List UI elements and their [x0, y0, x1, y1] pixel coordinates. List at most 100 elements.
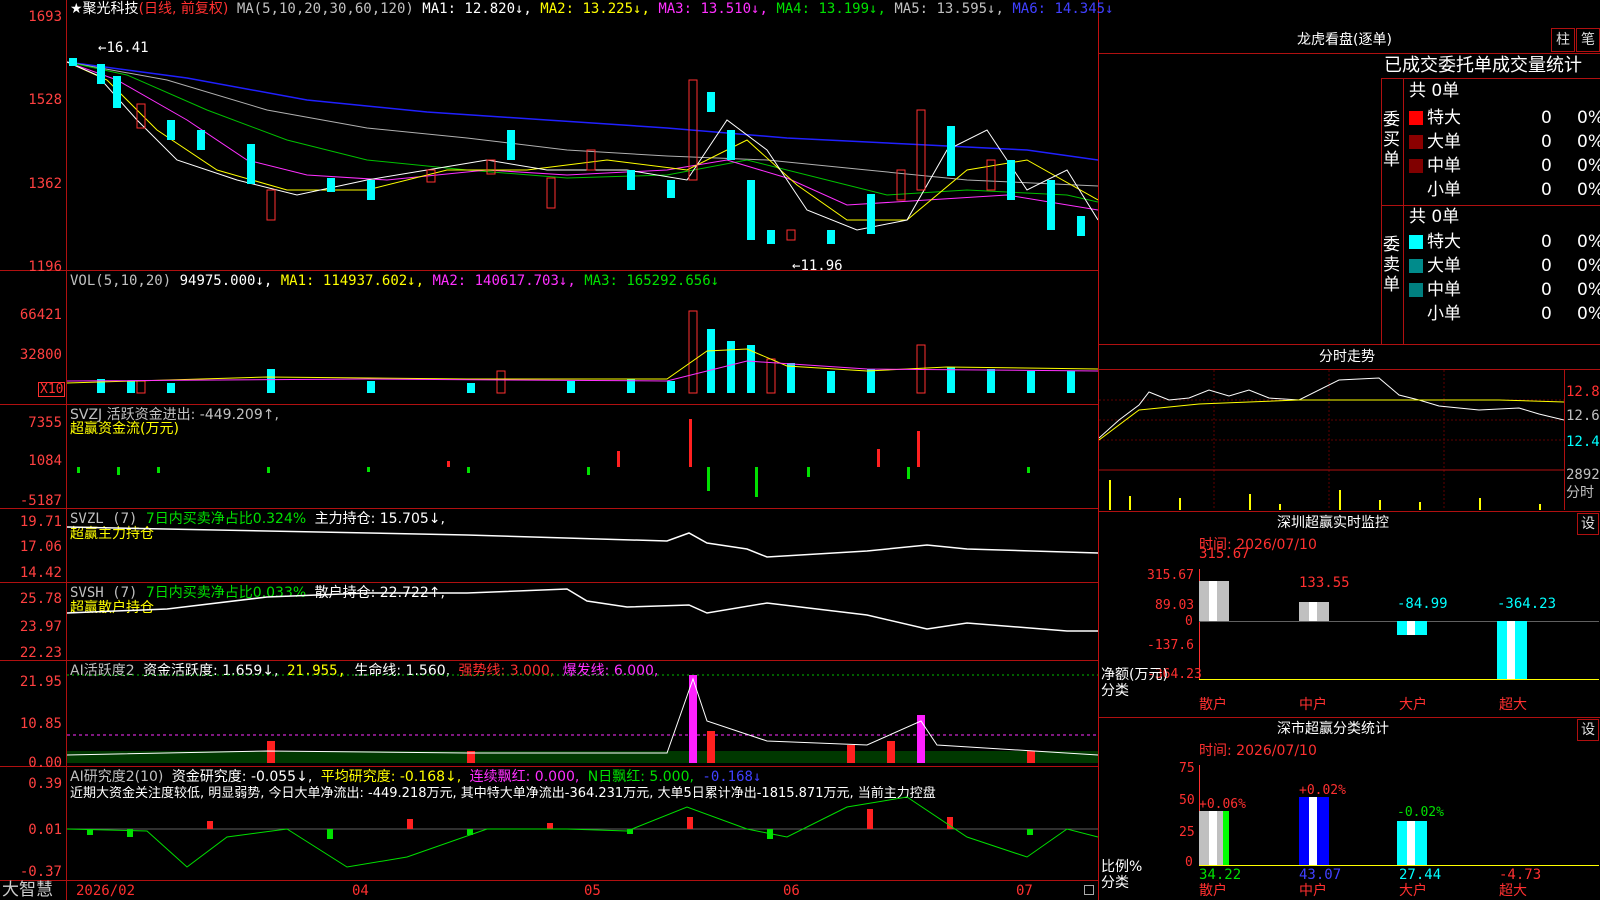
- ma5-value: MA5: 13.595↓,: [894, 1, 1004, 17]
- sell-rows: 特大00% 大单00% 中单00% 小单00%: [1409, 230, 1600, 326]
- sz-class-panel[interactable]: 深市超赢分类统计 设 时间: 2026/07/10 75 50 25 0 +0.…: [1099, 717, 1600, 900]
- sz-monitor-value: -364.23: [1497, 596, 1557, 612]
- ai2-axis-tick: -0.37: [19, 864, 62, 880]
- svsh-axis-tick: 22.23: [19, 645, 62, 661]
- ai1-bars: [67, 674, 1098, 763]
- tick-view-button[interactable]: 笔: [1576, 28, 1600, 52]
- sz-monitor-axis-tick: 315.67: [1147, 568, 1194, 583]
- sz-class-axis-tick: 0: [1185, 855, 1193, 870]
- app-logo[interactable]: 大智慧: [2, 882, 53, 899]
- xl-order-swatch: [1409, 235, 1423, 249]
- svzj-axis-tick: 1084: [28, 453, 62, 469]
- date-tick: 05: [584, 883, 601, 899]
- buy-rows: 特大00% 大单00% 中单00% 小单00%: [1409, 106, 1600, 202]
- svzl-axis-tick: 14.42: [19, 565, 62, 581]
- sz-class-axis-tick: 75: [1179, 761, 1195, 776]
- volume-panel[interactable]: VOL(5,10,20) 94975.000↓, MA1: 114937.602…: [0, 271, 1098, 404]
- category-label: 大户: [1399, 697, 1427, 713]
- intraday-panel[interactable]: 分时走势 12.81 12.63 12.45 2892 分时: [1099, 345, 1600, 510]
- category-label: 散户: [1199, 697, 1227, 713]
- sz-monitor-settings-button[interactable]: 设: [1577, 513, 1599, 535]
- ai1-axis-tick: 21.95: [19, 674, 62, 690]
- svsh-line: [67, 588, 1098, 632]
- sz-monitor-axis-tick: -137.6: [1147, 638, 1194, 653]
- main-panel-header: ★聚光科技(日线, 前复权) MA(5,10,20,30,60,120) MA1…: [70, 1, 1114, 17]
- svzj-panel[interactable]: SVZJ 活跃资金进出: -449.209↑, 超赢资金流(万元) 7355 1…: [0, 405, 1098, 508]
- sz-monitor-panel[interactable]: 深圳超赢实时监控 设 时间: 2026/07/10 315.67 89.03 0…: [1099, 511, 1600, 716]
- mid-order-swatch: [1409, 159, 1423, 173]
- vol-axis-tick: 32800: [19, 347, 62, 363]
- small-order-swatch: [1409, 183, 1423, 197]
- bar-view-button[interactable]: 柱: [1551, 28, 1575, 52]
- main-price-panel[interactable]: ★聚光科技(日线, 前复权) MA(5,10,20,30,60,120) MA1…: [0, 0, 1113, 274]
- sz-class-change: -0.02%: [1397, 805, 1444, 820]
- intraday-axis-tick: 12.81: [1566, 384, 1600, 400]
- sz-monitor-axis-tick: 89.03: [1155, 598, 1195, 613]
- ma2-value: MA2: 13.225↓,: [540, 1, 650, 17]
- large-order-swatch: [1409, 135, 1423, 149]
- svzj-axis-tick: -5187: [19, 493, 62, 509]
- ai2-axis-tick: 0.39: [28, 776, 62, 792]
- sz-monitor-value: -84.99: [1397, 596, 1448, 612]
- buy-orders-label: 委买单: [1383, 110, 1400, 170]
- svsh-axis-tick: 25.78: [19, 591, 62, 607]
- lock-icon[interactable]: [1084, 885, 1094, 895]
- xl-order-swatch: [1409, 111, 1423, 125]
- buy-total: 共 0单: [1409, 81, 1460, 101]
- svsh-axis-tick: 23.97: [19, 619, 62, 635]
- buy-row: 中单00%: [1409, 154, 1600, 178]
- date-tick: 07: [1016, 883, 1033, 899]
- buy-row: 特大00%: [1409, 106, 1600, 130]
- ma3-value: MA3: 13.510↓,: [658, 1, 768, 17]
- ai2-bars: [67, 796, 1098, 868]
- category-label: 中户: [1299, 697, 1327, 713]
- sz-class-settings-button[interactable]: 设: [1577, 719, 1599, 741]
- intraday-chart: [1099, 370, 1564, 510]
- sz-monitor-value: 315.67: [1199, 546, 1250, 562]
- svzl-axis-tick: 17.06: [19, 539, 62, 555]
- sell-row: 中单00%: [1409, 278, 1600, 302]
- sell-row: 大单00%: [1409, 254, 1600, 278]
- svzl-axis-tick: 19.71: [19, 514, 62, 530]
- date-axis: 大智慧 2026/02 04 05 06 07: [0, 881, 1098, 900]
- ma-label: MA(5,10,20,30,60,120): [236, 1, 414, 17]
- sz-class-value: 34.22: [1199, 867, 1242, 883]
- sz-monitor-axis-tick: 0: [1185, 614, 1193, 629]
- category-label: 超大: [1499, 697, 1527, 713]
- stock-name[interactable]: ★聚光科技: [70, 1, 139, 17]
- category-label: 大户: [1399, 883, 1427, 899]
- svsh-panel[interactable]: SVSH (7) 7日内买卖净占比0.033% 散户持仓: 22.722↑, 超…: [0, 583, 1098, 660]
- price-axis-tick: 1362: [28, 176, 62, 192]
- candlestick-chart[interactable]: [67, 20, 1098, 270]
- ai2-axis-tick: 0.01: [28, 822, 62, 838]
- sell-row: 小单00%: [1409, 302, 1600, 326]
- order-stats-title: 龙虎看盘(逐单): [1297, 32, 1392, 48]
- order-stats-panel[interactable]: 龙虎看盘(逐单) 柱 笔 已成交委托单成交量统计 委买单 委卖单 共 0单 特大…: [1099, 0, 1600, 345]
- intraday-axis-tick: 12.45: [1566, 434, 1600, 450]
- date-tick: 04: [352, 883, 369, 899]
- intraday-vol-tick: 2892: [1566, 467, 1600, 483]
- sz-monitor-value: 133.55: [1299, 575, 1350, 591]
- intraday-vol-unit: 分时: [1566, 485, 1594, 501]
- order-stats-header: 已成交委托单成交量统计: [1384, 55, 1582, 76]
- vol-scale-badge[interactable]: X10: [38, 382, 66, 397]
- sz-monitor-bars: [1199, 581, 1527, 679]
- svzl-panel[interactable]: SVZL (7) 7日内买卖净占比0.324% 主力持仓: 15.705↓, 超…: [0, 509, 1098, 582]
- category-label: 超大: [1499, 883, 1527, 899]
- sz-class-axis-tick: 50: [1179, 793, 1195, 808]
- ai-research-panel[interactable]: AI研究度2(10) 资金研究度: -0.055↓, 平均研究度: -0.168…: [0, 767, 1098, 880]
- large-order-swatch: [1409, 259, 1423, 273]
- buy-row: 大单00%: [1409, 130, 1600, 154]
- small-order-swatch: [1409, 307, 1423, 321]
- chart-mode: (日线, 前复权): [138, 1, 229, 17]
- vol-axis-tick: 66421: [19, 307, 62, 323]
- sz-class-change: +0.06%: [1199, 797, 1246, 812]
- sz-monitor-unit: 净额(万元): [1101, 667, 1168, 683]
- sell-total: 共 0单: [1409, 207, 1460, 227]
- price-axis-tick: 1528: [28, 92, 62, 108]
- ai-activity-panel[interactable]: AI活跃度2 资金活跃度: 1.659↓, 21.955, 生命线: 1.560…: [0, 661, 1098, 770]
- sell-row: 特大00%: [1409, 230, 1600, 254]
- svzl-line: [67, 526, 1098, 558]
- price-axis-tick: 1693: [28, 9, 62, 25]
- ai1-axis-tick: 10.85: [19, 716, 62, 732]
